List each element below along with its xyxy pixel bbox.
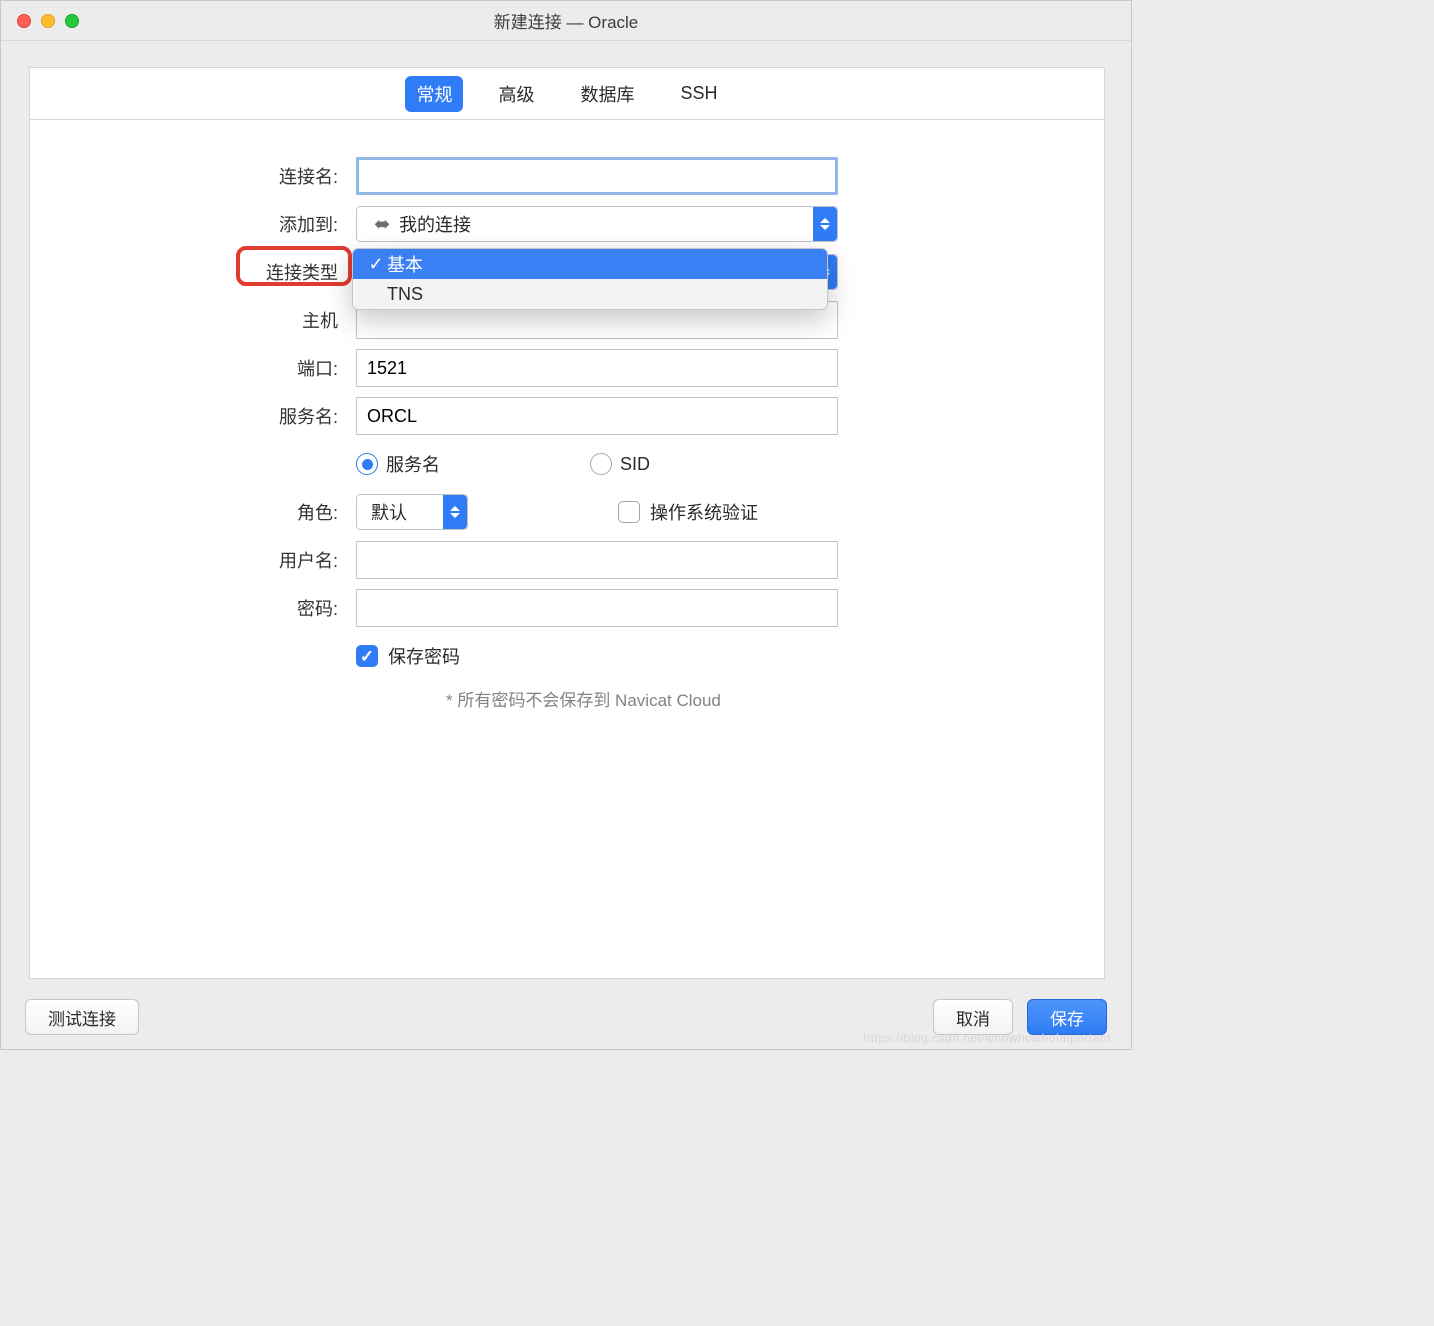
label-host: 主机 — [120, 307, 342, 333]
dialog-window: 新建连接 — Oracle 常规 高级 数据库 SSH 连接名: 添加到: — [0, 0, 1132, 1050]
label-add-to: 添加到: — [120, 211, 342, 237]
radio-sid[interactable]: SID — [590, 453, 650, 475]
label-port: 端口: — [120, 355, 342, 381]
dropdown-option-tns[interactable]: TNS — [353, 279, 827, 309]
connection-type-dropdown: ✓ 基本 TNS — [352, 248, 828, 310]
label-service-name: 服务名: — [120, 403, 342, 429]
test-connection-button[interactable]: 测试连接 — [25, 999, 139, 1035]
checkbox-icon — [356, 645, 378, 667]
label-username: 用户名: — [120, 547, 342, 573]
tab-general[interactable]: 常规 — [405, 76, 463, 112]
footer: 测试连接 取消 保存 — [25, 999, 1107, 1035]
content-panel: 常规 高级 数据库 SSH 连接名: 添加到: 我的连接 — [29, 67, 1105, 979]
checkbox-icon — [618, 501, 640, 523]
plug-icon — [371, 216, 393, 232]
os-auth-checkbox[interactable]: 操作系统验证 — [618, 499, 758, 525]
tabbar: 常规 高级 数据库 SSH — [30, 68, 1104, 120]
dropdown-option-basic[interactable]: ✓ 基本 — [353, 249, 827, 279]
label-role: 角色: — [120, 499, 342, 525]
watermark: https://blog.csdn.net/whowhowhoImportant — [864, 1031, 1111, 1045]
port-input[interactable] — [356, 349, 838, 387]
tab-database[interactable]: 数据库 — [569, 76, 645, 112]
password-input[interactable] — [356, 589, 838, 627]
role-select[interactable]: 默认 — [356, 494, 468, 530]
radio-icon — [356, 453, 378, 475]
radio-icon — [590, 453, 612, 475]
chevron-updown-icon — [443, 495, 467, 529]
radio-service-name[interactable]: 服务名 — [356, 451, 440, 477]
save-password-checkbox[interactable]: 保存密码 — [356, 643, 460, 669]
username-input[interactable] — [356, 541, 838, 579]
connection-name-input[interactable] — [356, 157, 838, 195]
add-to-select[interactable]: 我的连接 — [356, 206, 838, 242]
tab-advanced[interactable]: 高级 — [487, 76, 545, 112]
check-icon: ✓ — [365, 254, 387, 275]
form: 连接名: 添加到: 我的连接 连接类型 — [30, 120, 1104, 711]
save-button[interactable]: 保存 — [1027, 999, 1107, 1035]
highlight-annotation — [236, 246, 352, 286]
window-title: 新建连接 — Oracle — [1, 8, 1131, 33]
label-connection-name: 连接名: — [120, 163, 342, 189]
password-hint: * 所有密码不会保存到 Navicat Cloud — [446, 686, 1104, 711]
cancel-button[interactable]: 取消 — [933, 999, 1013, 1035]
label-password: 密码: — [120, 595, 342, 621]
service-name-input[interactable] — [356, 397, 838, 435]
add-to-value: 我的连接 — [399, 211, 471, 237]
titlebar: 新建连接 — Oracle — [1, 1, 1131, 41]
role-value: 默认 — [371, 499, 407, 525]
chevron-updown-icon — [813, 207, 837, 241]
tab-ssh[interactable]: SSH — [669, 78, 728, 109]
